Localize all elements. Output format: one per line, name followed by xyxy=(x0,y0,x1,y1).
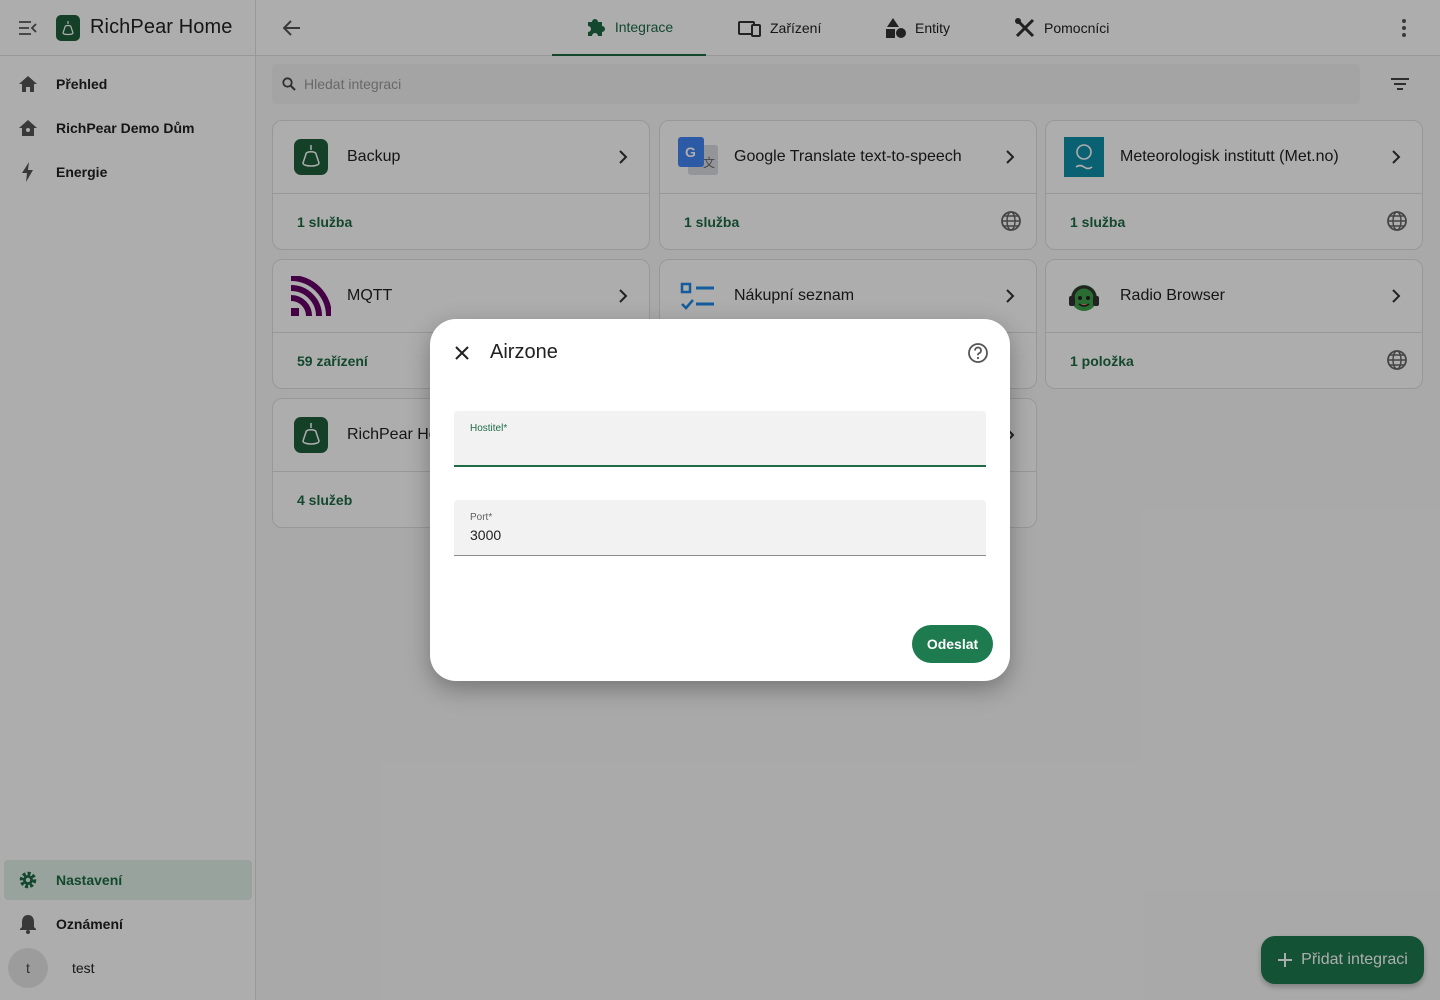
submit-button[interactable]: Odeslat xyxy=(912,625,993,663)
dialog-title: Airzone xyxy=(490,341,558,363)
port-field[interactable]: Port* xyxy=(454,500,986,556)
config-dialog: Airzone Hostitel* Port* Odeslat xyxy=(430,319,1010,681)
close-icon xyxy=(455,346,469,360)
port-field-label: Port* xyxy=(470,512,493,523)
host-input[interactable] xyxy=(470,438,970,454)
close-button[interactable] xyxy=(450,341,474,365)
port-input[interactable] xyxy=(470,527,970,543)
help-icon xyxy=(968,343,988,363)
host-field-label: Hostitel* xyxy=(470,423,508,434)
help-button[interactable] xyxy=(966,341,990,365)
host-field[interactable]: Hostitel* xyxy=(454,411,986,467)
